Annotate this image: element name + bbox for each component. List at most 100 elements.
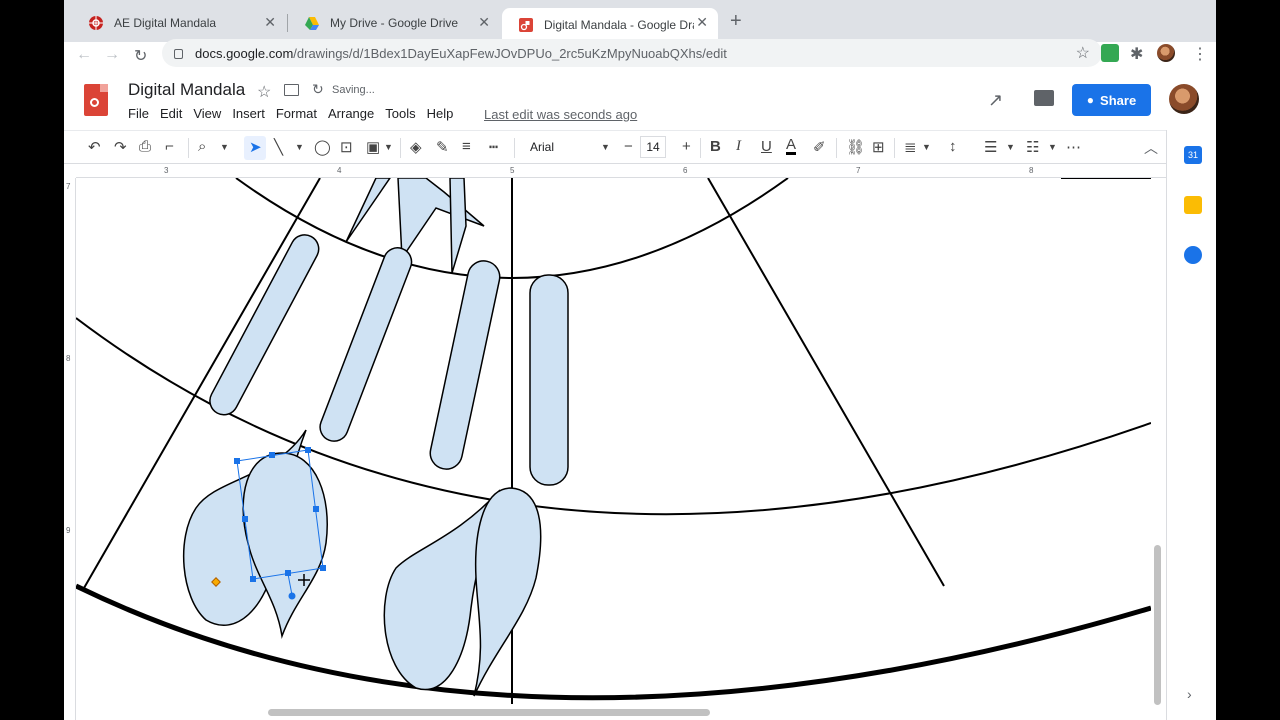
browser-menu-icon[interactable]: ⋮ <box>1192 44 1208 64</box>
tab-my-drive[interactable]: My Drive - Google Drive ✕ <box>288 8 500 38</box>
tab-strip: AE Digital Mandala ✕ My Drive - Google D… <box>64 0 1216 42</box>
image-icon[interactable]: ▣ <box>366 138 380 156</box>
bold-icon[interactable]: B <box>710 138 721 155</box>
new-tab-icon[interactable]: + <box>730 10 742 33</box>
activity-dashboard-icon[interactable]: ↗ <box>988 90 1003 111</box>
tab-digital-mandala[interactable]: Digital Mandala - Google Drawi ✕ <box>502 8 718 42</box>
border-color-icon[interactable]: ✎ <box>436 138 449 156</box>
italic-icon[interactable]: I <box>736 138 741 155</box>
ruler-mark: 3 <box>164 166 169 175</box>
shape-tool-icon[interactable]: ◯ <box>314 138 331 156</box>
menu-help[interactable]: Help <box>427 106 454 121</box>
font-dropdown-icon[interactable]: ▼ <box>601 142 610 152</box>
document-header: Digital Mandala ☆ ↻ Saving... File Edit … <box>64 70 1216 130</box>
menu-arrange[interactable]: Arrange <box>328 106 374 121</box>
profile-avatar-icon[interactable] <box>1157 44 1175 62</box>
menu-bar: File Edit View Insert Format Arrange Too… <box>128 106 464 121</box>
browser-window: AE Digital Mandala ✕ My Drive - Google D… <box>64 0 1216 720</box>
google-drawings-logo-icon[interactable] <box>84 84 108 116</box>
line-dropdown-icon[interactable]: ▼ <box>295 142 304 152</box>
collapse-toolbar-icon[interactable]: ︿ <box>1144 138 1158 158</box>
bulleted-list-dropdown-icon[interactable]: ▼ <box>1048 142 1057 152</box>
resize-handle <box>242 516 248 522</box>
close-tab-icon[interactable]: ✕ <box>264 14 276 31</box>
long-petal <box>319 247 413 442</box>
numbered-list-dropdown-icon[interactable]: ▼ <box>1006 142 1015 152</box>
menu-file[interactable]: File <box>128 106 149 121</box>
top-petal <box>397 178 485 261</box>
highlight-color-icon[interactable]: ✐ <box>813 138 826 156</box>
line-spacing-icon[interactable]: ↕ <box>949 138 957 155</box>
extensions-puzzle-icon[interactable]: ✱ <box>1130 44 1143 64</box>
tasks-icon[interactable] <box>1184 246 1202 264</box>
close-tab-icon[interactable]: ✕ <box>478 14 490 31</box>
menu-insert[interactable]: Insert <box>232 106 265 121</box>
toolbar: ↶ ↷ ⎙ ⌐ ⌕ ▼ ➤ ╲ ▼ ◯ ⊡ ▣ ▼ ◈ ✎ ≡ ┅ Arial … <box>64 130 1166 164</box>
text-box-icon[interactable]: ⊡ <box>340 138 353 156</box>
menu-format[interactable]: Format <box>276 106 317 121</box>
long-petal <box>529 274 569 486</box>
keep-icon[interactable] <box>1184 196 1202 214</box>
horizontal-ruler: 3 4 5 6 7 8 <box>76 164 1166 178</box>
star-icon[interactable]: ☆ <box>257 82 271 102</box>
lock-icon <box>174 49 183 59</box>
insert-link-icon[interactable]: ⛓ <box>846 138 865 156</box>
extension-icon[interactable] <box>1101 44 1119 62</box>
decrease-font-size-icon[interactable]: − <box>624 138 633 155</box>
bookmark-star-icon[interactable]: ☆ <box>1076 43 1090 63</box>
menu-edit[interactable]: Edit <box>160 106 182 121</box>
back-arrow-icon[interactable]: ← <box>76 46 92 64</box>
share-button[interactable]: ● Share <box>1072 84 1151 116</box>
calendar-icon[interactable]: 31 <box>1184 146 1202 164</box>
print-icon[interactable]: ⎙ <box>139 138 151 155</box>
vertical-scrollbar[interactable] <box>1154 545 1161 705</box>
ruler-mark: 5 <box>510 166 515 175</box>
paint-format-icon[interactable]: ⌐ <box>165 138 174 155</box>
comment-icon[interactable] <box>1034 90 1054 106</box>
redo-icon[interactable]: ↷ <box>114 138 127 156</box>
insert-comment-icon[interactable]: ⊞ <box>872 138 885 156</box>
border-weight-icon[interactable]: ≡ <box>462 138 471 155</box>
undo-icon[interactable]: ↶ <box>88 138 101 156</box>
top-petal <box>449 178 467 274</box>
url-domain: docs.google.com <box>195 45 294 61</box>
numbered-list-icon[interactable]: ☰ <box>984 138 997 156</box>
menu-tools[interactable]: Tools <box>385 106 415 121</box>
bulleted-list-icon[interactable]: ☷ <box>1026 138 1039 156</box>
document-title[interactable]: Digital Mandala <box>128 80 245 100</box>
text-color-icon[interactable]: A <box>786 137 797 155</box>
last-edit-link[interactable]: Last edit was seconds ago <box>484 107 637 122</box>
account-avatar[interactable] <box>1169 84 1199 114</box>
align-icon[interactable]: ≣ <box>904 138 917 156</box>
increase-font-size-icon[interactable]: + <box>682 138 691 155</box>
zoom-icon[interactable]: ⌕ <box>198 138 206 155</box>
zoom-dropdown-icon[interactable]: ▼ <box>220 142 229 152</box>
address-bar[interactable]: docs.google.com/drawings/d/1Bdex1DayEuXa… <box>162 39 1102 67</box>
forward-arrow-icon[interactable]: → <box>104 46 120 64</box>
mandala-drawing[interactable] <box>76 178 1151 704</box>
horizontal-scrollbar[interactable] <box>268 709 710 716</box>
move-folder-icon[interactable] <box>284 84 299 96</box>
font-name-select[interactable]: Arial <box>530 140 554 154</box>
select-arrow-icon[interactable]: ➤ <box>249 138 262 156</box>
url-path: /drawings/d/1Bdex1DayEuXapFewJOvDPUo_2rc… <box>293 45 727 61</box>
reload-icon[interactable]: ↻ <box>134 46 147 66</box>
line-tool-icon[interactable]: ╲ <box>274 138 283 156</box>
ruler-mark: 8 <box>1029 166 1034 175</box>
underline-icon[interactable]: U <box>761 138 772 155</box>
align-dropdown-icon[interactable]: ▼ <box>922 142 931 152</box>
menu-view[interactable]: View <box>193 106 221 121</box>
top-petal <box>345 178 391 243</box>
expand-panel-icon[interactable]: › <box>1187 686 1192 702</box>
drawing-canvas[interactable] <box>76 178 1151 704</box>
side-panel: 31 › <box>1166 130 1216 720</box>
tab-ae-digital-mandala[interactable]: AE Digital Mandala ✕ <box>72 8 286 38</box>
image-dropdown-icon[interactable]: ▼ <box>384 142 393 152</box>
navigation-bar: ← → ↻ docs.google.com/drawings/d/1Bdex1D… <box>64 39 1216 70</box>
font-size-input[interactable]: 14 <box>640 136 666 158</box>
google-drawings-icon <box>519 18 533 32</box>
close-tab-icon[interactable]: ✕ <box>696 14 708 31</box>
more-options-icon[interactable]: ⋯ <box>1066 138 1081 156</box>
border-dash-icon[interactable]: ┅ <box>489 138 498 156</box>
fill-color-icon[interactable]: ◈ <box>410 138 422 156</box>
